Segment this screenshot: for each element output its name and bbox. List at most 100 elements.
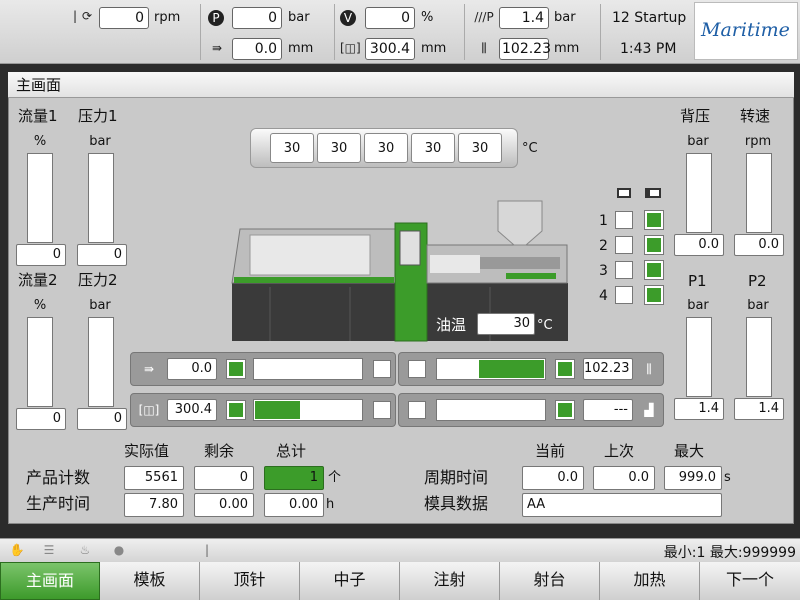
heater-zone-5[interactable]: 30 [458,133,502,163]
divider [600,4,601,60]
nav-heating[interactable]: 加热 [600,562,700,600]
hopper [497,200,543,246]
mold-option-checkbox[interactable] [373,401,391,419]
count-total-field[interactable]: 1 [264,466,324,490]
channel-1-number: 1 [599,213,608,229]
channel-3-cool-checkbox[interactable] [644,260,664,280]
channel-1-heat-checkbox[interactable] [615,211,633,229]
pressure-unit: bar [288,10,310,25]
top-status-bar: | ⟳ 0 rpm P 0 bar ⇛ 0.0 mm V 0 % [◫] 300… [0,0,800,64]
mold-status-indicator [226,400,246,420]
p2-gauge [746,317,772,397]
injection-arrow-icon: ⇛ [143,362,155,376]
channel-1-cool-checkbox[interactable] [644,210,664,230]
mold-position-value: 300.4 [167,399,217,421]
channel-2-cool-checkbox[interactable] [644,235,664,255]
production-time-label: 生产时间 [26,494,91,513]
nav-ejector[interactable]: 顶针 [200,562,300,600]
flow2-value: 0 [16,408,66,430]
pressure1-value: 0 [77,244,127,266]
divider [334,4,335,60]
heater-zone-4[interactable]: 30 [411,133,455,163]
divider [200,4,201,60]
mold-stroke-icon: [◫] [340,41,361,55]
bottom-navigation: 主画面 模板 顶针 中子 注射 射台 加热 下一个 [0,562,800,600]
injection-status-indicator [226,359,246,379]
carriage-option-checkbox[interactable] [408,401,426,419]
injection-pressure-field: 1.4 [499,7,549,29]
injection-pressure-unit: bar [554,10,576,25]
position-field-2: 300.4 [365,38,415,60]
nav-injection[interactable]: 注射 [400,562,500,600]
cycle-last: 0.0 [593,466,655,490]
time-total-field[interactable]: 0.00 [264,493,324,517]
injection-option-checkbox[interactable] [373,360,391,378]
injection-pressure-icon: ///P [474,10,494,24]
count-actual: 5561 [124,466,184,490]
heater-zone-1[interactable]: 30 [270,133,314,163]
cycle-current: 0.0 [522,466,584,490]
back-pressure-label: 背压 [680,107,711,125]
heater-zone-2[interactable]: 30 [317,133,361,163]
pressure2-gauge [88,317,114,407]
screw-icon: ⫼ [646,362,652,376]
screw-progress-fill [479,360,544,378]
nav-core[interactable]: 中子 [300,562,400,600]
channel-4-heat-checkbox[interactable] [615,286,633,304]
pressure-icon: P [208,10,224,26]
nav-carriage[interactable]: 射台 [500,562,600,600]
screw-progress-bar [436,358,546,380]
oil-temp-label: 油温 [436,316,467,334]
channel-3-heat-checkbox[interactable] [615,261,633,279]
pressure2-unit: bar [89,298,111,313]
mold-data-field[interactable]: AA [522,493,722,517]
mold-stroke-icon: [◫] [138,403,160,417]
channel-4-number: 4 [599,288,608,304]
p2-value: 1.4 [734,398,784,420]
channel-2-heat-checkbox[interactable] [615,236,633,254]
speed-value: 0.0 [734,234,784,256]
time-unit: h [326,497,335,512]
pressure1-label: 压力1 [78,107,118,125]
current-header: 当前 [535,442,566,460]
pressure1-gauge [88,153,114,243]
brand-logo: Maritime [694,2,798,60]
back-pressure-gauge [686,153,712,233]
screw-icon: ⫼ [481,41,487,55]
pressure-field: 0 [232,7,282,29]
mold-progress-bar [253,399,363,421]
screw-position-unit: mm [554,41,580,56]
total-header: 总计 [276,442,307,460]
oil-drop-icon: ● [113,543,125,557]
cycle-max-field[interactable]: 999.0 [664,466,722,490]
speed-gauge [746,153,772,233]
nav-mold[interactable]: 模板 [100,562,200,600]
pressure1-unit: bar [89,134,111,149]
heating-icon: ♨ [79,543,91,557]
back-pressure-unit: bar [687,134,709,149]
zone-temp-unit: °C [522,141,538,156]
screw-rotation-icon: ⟳ [81,9,93,23]
injection-position-icon: ⇛ [211,41,223,55]
time-actual: 7.80 [124,493,184,517]
max-header: 最大 [674,442,705,460]
nav-main[interactable]: 主画面 [0,562,100,600]
velocity-icon: V [340,10,356,26]
position-field-1: 0.0 [232,38,282,60]
p2-unit: bar [747,298,769,313]
channel-4-cool-checkbox[interactable] [644,285,664,305]
carriage-icon: ▟ [644,403,654,417]
channel-3-number: 3 [599,263,608,279]
injection-progress-bar [253,358,363,380]
injection-position-value: 0.0 [167,358,217,380]
screw-position-field: 102.23 [499,38,551,60]
screw-option-checkbox[interactable] [408,360,426,378]
screw-position-value: 102.23 [583,358,633,380]
carriage-position-value: --- [583,399,633,421]
manual-mode-icon: ✋ [9,543,25,557]
channel-2-number: 2 [599,238,608,254]
time-remain: 0.00 [194,493,254,517]
nav-next[interactable]: 下一个 [700,562,800,600]
cooling-channel-icon [645,188,661,198]
heater-zone-3[interactable]: 30 [364,133,408,163]
